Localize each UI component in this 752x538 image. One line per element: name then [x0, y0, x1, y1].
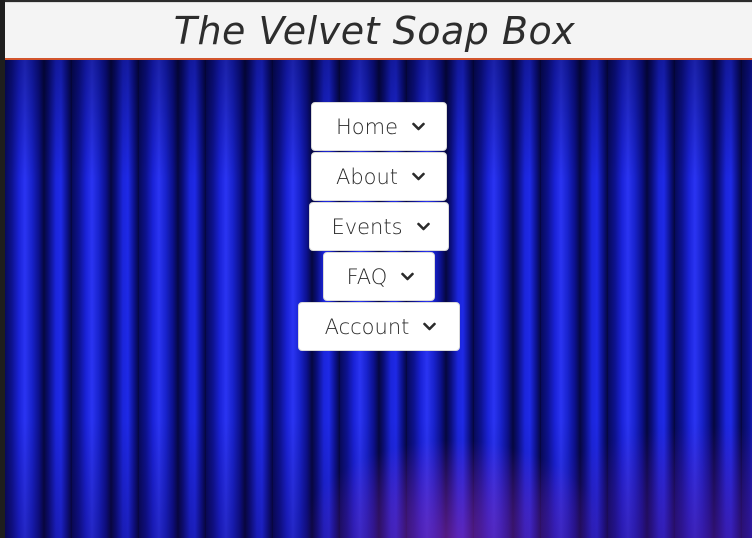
chevron-down-icon	[423, 322, 437, 332]
nav-item-about[interactable]: About	[310, 152, 447, 201]
nav-item-faq[interactable]: FAQ	[322, 252, 435, 301]
nav-item-label: About	[335, 164, 399, 189]
nav-item-account[interactable]: Account	[297, 302, 460, 351]
chevron-down-icon	[416, 222, 430, 232]
main-nav: Home About Events FAQ Account	[5, 102, 752, 352]
nav-item-home[interactable]: Home	[310, 102, 447, 151]
nav-item-label: Home	[335, 114, 398, 139]
chevron-down-icon	[401, 272, 415, 282]
chevron-down-icon	[412, 172, 425, 182]
nav-item-label: FAQ	[346, 264, 388, 289]
nav-item-label: Account	[324, 314, 410, 339]
site-header: The Velvet Soap Box	[5, 2, 752, 60]
chevron-down-icon	[412, 122, 425, 132]
nav-item-label: Events	[331, 214, 403, 239]
nav-item-events[interactable]: Events	[308, 202, 449, 251]
site-title: The Velvet Soap Box	[173, 8, 576, 53]
